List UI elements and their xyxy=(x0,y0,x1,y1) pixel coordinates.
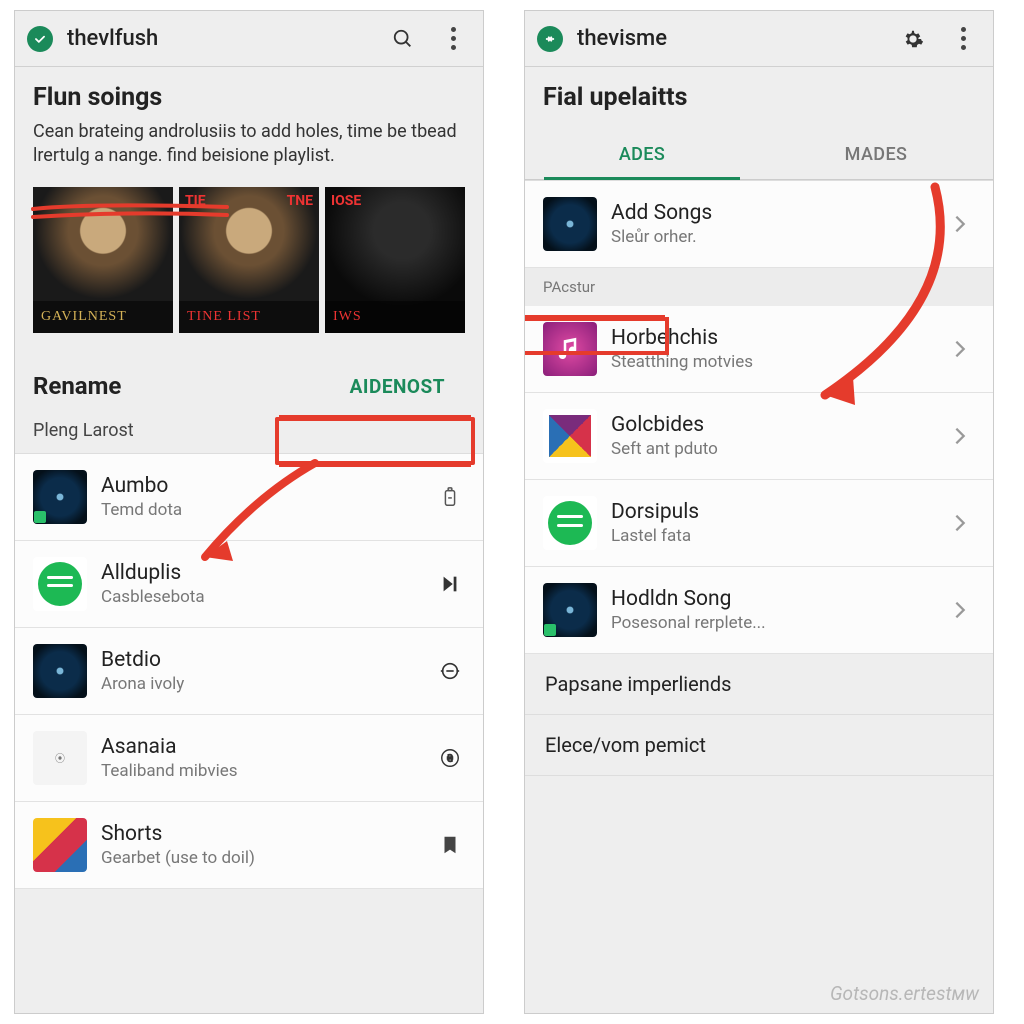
bookmark-icon[interactable] xyxy=(435,834,465,856)
list-item[interactable]: Dorsipuls Lastel fata xyxy=(525,480,993,567)
list-item[interactable]: Golcbides Seft ant pduto xyxy=(525,393,993,480)
list-item-title: Dorsipuls xyxy=(611,500,931,524)
album-thumbnails: GAVILNEST TIE TNE TINE LIST IOSE IWS xyxy=(15,177,483,347)
intro-body: Cean brateing androlusiis to add holes, … xyxy=(33,120,465,169)
rename-heading: Rename xyxy=(33,372,121,400)
app-title: thevisme xyxy=(577,26,881,51)
album-art-icon: ⦿ xyxy=(33,731,87,785)
album-thumb[interactable]: TIE TNE TINE LIST xyxy=(179,187,319,333)
album-art-icon xyxy=(543,197,597,251)
tab-mades[interactable]: MADES xyxy=(759,128,993,179)
intro-section: Flun soings Cean brateing androlusiis to… xyxy=(15,67,483,177)
list-item-subtitle: Steatthing motvies xyxy=(611,352,931,372)
list-item-title: Hodldn Song xyxy=(611,587,931,611)
watermark: Gotsons.ertestмw xyxy=(830,982,979,1005)
list-item-title: Shorts xyxy=(101,822,421,846)
content-list: Add Songs Sleůr orher. PAcstur Horbehchi… xyxy=(525,180,993,654)
app-badge-icon xyxy=(537,26,563,52)
list-item-title: Betdio xyxy=(101,648,421,672)
price-icon[interactable]: ₴ xyxy=(435,747,465,769)
album-art-icon xyxy=(543,583,597,637)
footer-options: Papsane imperliends Elece/vom pemict xyxy=(525,654,993,776)
music-app-icon xyxy=(543,322,597,376)
app-bar: thevisme xyxy=(525,11,993,67)
list-item-subtitle: Seft ant pduto xyxy=(611,439,931,459)
footer-option[interactable]: Elece/vom pemict xyxy=(525,715,993,776)
list-item-subtitle: Gearbet (use to doil) xyxy=(101,848,421,868)
search-icon[interactable] xyxy=(385,21,421,57)
page-heading: Fial upelaitts xyxy=(543,83,975,112)
list-item-title: Aumbo xyxy=(101,474,421,498)
chevron-right-icon xyxy=(945,512,975,534)
chevron-right-icon xyxy=(945,338,975,360)
album-art-icon xyxy=(33,470,87,524)
tab-ades[interactable]: ADES xyxy=(525,128,759,179)
settings-icon[interactable] xyxy=(895,21,931,57)
list-item-subtitle: Lastel fata xyxy=(611,526,931,546)
app-title: thevlfush xyxy=(67,26,371,51)
overflow-menu-icon[interactable] xyxy=(435,21,471,57)
app-badge-icon xyxy=(27,26,53,52)
list-item[interactable]: Hodldn Song Posesonal rerplete... xyxy=(525,567,993,654)
song-list: Aumbo Temd dota Allduplis Casblesebota B… xyxy=(15,453,483,889)
list-item-subtitle: Temd dota xyxy=(101,500,421,520)
app-icon xyxy=(543,409,597,463)
page-heading-section: Fial upelaitts xyxy=(525,67,993,128)
svg-text:₴: ₴ xyxy=(447,753,453,764)
list-item-title: Golcbides xyxy=(611,413,931,437)
list-item-subtitle: Sleůr orher. xyxy=(611,227,931,247)
list-item-subtitle: Casblesebota xyxy=(101,587,421,607)
list-item[interactable]: Shorts Gearbet (use to doil) xyxy=(15,802,483,889)
spotify-icon xyxy=(33,557,87,611)
album-art-icon xyxy=(33,818,87,872)
album-art-icon xyxy=(33,644,87,698)
list-item-subtitle: Arona ivoly xyxy=(101,674,421,694)
section-label: PAcstur xyxy=(525,268,993,306)
footer-option[interactable]: Papsane imperliends xyxy=(525,654,993,715)
list-item[interactable]: Betdio Arona ivoly xyxy=(15,628,483,715)
chevron-right-icon xyxy=(945,599,975,621)
remove-icon[interactable] xyxy=(435,660,465,682)
tab-bar: ADES MADES xyxy=(525,128,993,180)
list-item-title: Allduplis xyxy=(101,561,421,585)
list-item[interactable]: Allduplis Casblesebota xyxy=(15,541,483,628)
app-bar: thevlfush xyxy=(15,11,483,67)
album-thumb[interactable]: GAVILNEST xyxy=(33,187,173,333)
left-screen: thevlfush Flun soings Cean brateing andr… xyxy=(14,10,484,1014)
chevron-right-icon xyxy=(945,213,975,235)
right-screen: thevisme Fial upelaitts ADES MADES Add S… xyxy=(524,10,994,1014)
list-item-title: Asanaia xyxy=(101,735,421,759)
list-item-add-songs[interactable]: Add Songs Sleůr orher. xyxy=(525,181,993,268)
rename-row: Rename AIDENOST xyxy=(15,347,483,418)
overflow-menu-icon[interactable] xyxy=(945,21,981,57)
intro-heading: Flun soings xyxy=(33,83,465,112)
andenost-button[interactable]: AIDENOST xyxy=(330,365,465,408)
album-thumb[interactable]: IOSE IWS xyxy=(325,187,465,333)
list-item[interactable]: Aumbo Temd dota xyxy=(15,454,483,541)
list-item-subtitle: Posesonal rerplete... xyxy=(611,613,931,633)
battery-icon xyxy=(435,486,465,508)
chevron-right-icon xyxy=(945,425,975,447)
skip-next-icon[interactable] xyxy=(435,573,465,595)
list-subheading: Pleng Larost xyxy=(15,418,483,453)
list-item[interactable]: Horbehchis Steatthing motvies xyxy=(525,306,993,393)
list-item[interactable]: ⦿ Asanaia Tealiband mibvies ₴ xyxy=(15,715,483,802)
list-item-subtitle: Tealiband mibvies xyxy=(101,761,421,781)
list-item-title: Add Songs xyxy=(611,201,931,225)
list-item-title: Horbehchis xyxy=(611,326,931,350)
spotify-icon xyxy=(543,496,597,550)
